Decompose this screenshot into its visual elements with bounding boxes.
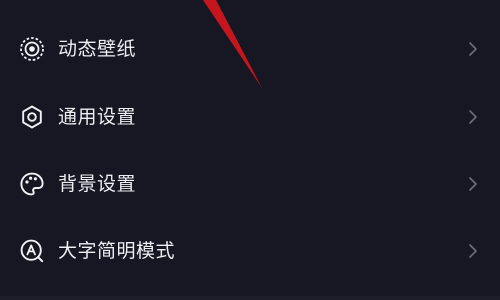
gear-icon xyxy=(19,104,45,130)
large-font-mode-icon xyxy=(19,238,45,264)
dynamic-wallpaper-icon xyxy=(19,36,45,62)
menu-item-large-font-mode[interactable]: 大字简明模式 xyxy=(0,221,500,281)
menu-item-dynamic-wallpaper[interactable]: 动态壁纸 xyxy=(0,19,500,79)
chevron-right-icon xyxy=(468,243,478,259)
menu-item-background-settings[interactable]: 背景设置 xyxy=(0,154,500,214)
chevron-right-icon xyxy=(468,109,478,125)
menu-item-label: 通用设置 xyxy=(58,106,137,128)
menu-item-general-settings[interactable]: 通用设置 xyxy=(0,87,500,147)
menu-item-label: 背景设置 xyxy=(58,173,137,195)
bottom-divider xyxy=(0,296,500,300)
menu-item-label: 大字简明模式 xyxy=(58,240,176,262)
chevron-right-icon xyxy=(468,176,478,192)
palette-icon xyxy=(19,171,45,197)
menu-item-label: 动态壁纸 xyxy=(58,38,137,60)
settings-screen: 动态壁纸 通用设置 背景设置 大字简明模式 xyxy=(0,0,500,300)
chevron-right-icon xyxy=(468,41,478,57)
